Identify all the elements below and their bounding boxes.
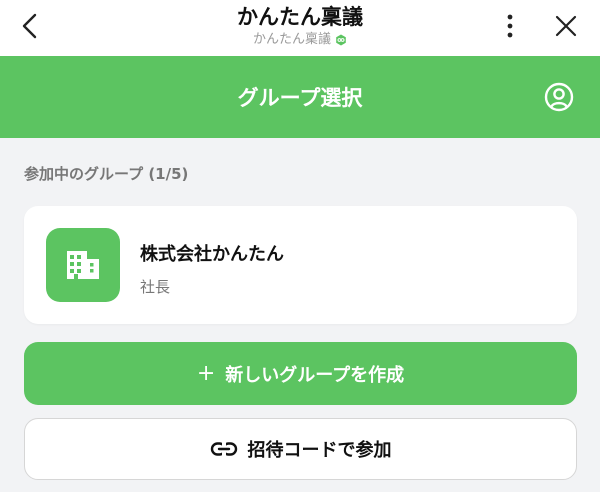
app-title-block: かんたん稟議 かんたん稟議 [150, 4, 450, 48]
group-card[interactable]: 株式会社かんたん 社長 [24, 206, 577, 324]
close-button[interactable] [548, 10, 584, 42]
create-group-button[interactable]: + 新しいグループを作成 [24, 342, 577, 405]
joined-groups-label: 参加中のグループ (1/5) [24, 165, 189, 183]
app-subtitle: かんたん稟議 [252, 32, 331, 47]
group-name: 株式会社かんたん [140, 244, 284, 265]
more-vertical-icon [507, 14, 513, 38]
app-title: かんたん稟議 [237, 5, 363, 29]
app-subtitle-row: かんたん稟議 [150, 32, 450, 48]
verified-badge-icon [335, 34, 347, 46]
more-options-button[interactable] [494, 10, 526, 42]
profile-button[interactable] [543, 81, 575, 113]
create-group-label: 新しいグループを作成 [225, 364, 405, 386]
top-navigation-bar: かんたん稟議 かんたん稟議 [0, 0, 600, 56]
group-role: 社長 [140, 278, 171, 296]
building-icon [46, 228, 120, 302]
page-title: グループ選択 [237, 86, 363, 110]
user-circle-icon [544, 82, 574, 112]
join-with-code-label: 招待コードで参加 [247, 440, 392, 461]
page-header: グループ選択 [0, 56, 600, 138]
chevron-left-icon [22, 13, 37, 39]
link-icon [210, 441, 238, 457]
join-with-code-button[interactable]: 招待コードで参加 [24, 418, 577, 480]
back-button[interactable] [14, 10, 46, 42]
close-icon [555, 15, 577, 37]
plus-icon: + [196, 360, 216, 386]
